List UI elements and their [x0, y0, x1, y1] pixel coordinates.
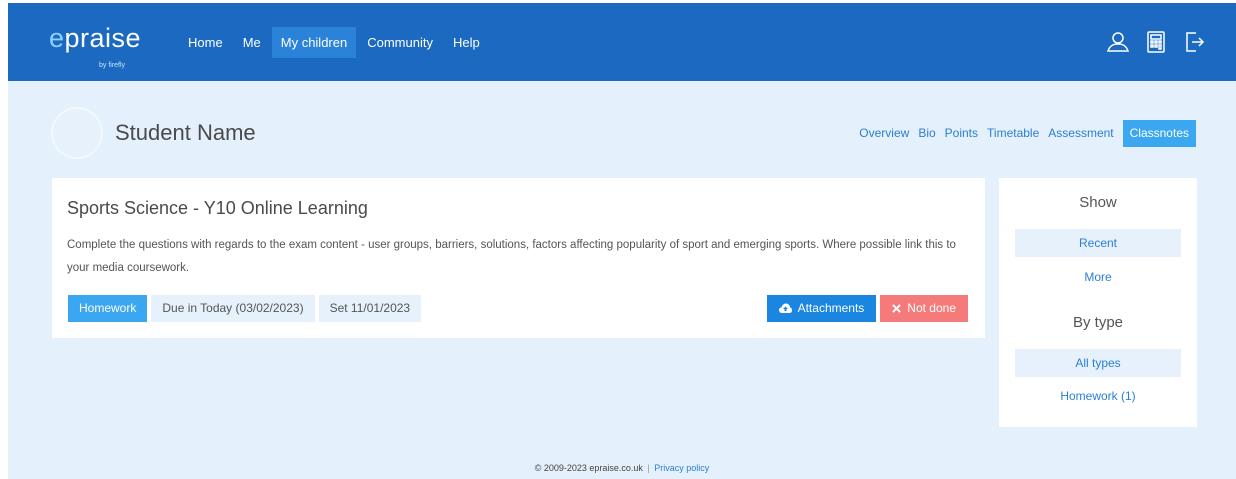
nav-me[interactable]: Me [234, 27, 270, 58]
type-badge: Homework [68, 295, 148, 322]
attachments-button[interactable]: Attachments [766, 295, 877, 322]
tab-bio[interactable]: Bio [918, 120, 935, 147]
tab-classnotes[interactable]: Classnotes [1122, 120, 1196, 147]
not-done-label: Not done [907, 301, 956, 315]
show-heading: Show [1079, 194, 1117, 211]
logo-letter-e: e [49, 23, 65, 53]
calculator-icon[interactable] [1144, 30, 1168, 54]
cloud-upload-icon [778, 303, 792, 314]
classnote-tags: Homework Due in Today (03/02/2023) Set 1… [68, 295, 425, 322]
classnote-title: Sports Science - Y10 Online Learning [67, 198, 368, 218]
copyright-text: © 2009-2023 epraise.co.uk [534, 463, 643, 473]
user-icon[interactable] [1106, 30, 1130, 54]
nav-home[interactable]: Home [179, 27, 232, 58]
logout-icon[interactable] [1182, 30, 1206, 54]
logo-subtitle: by firefly [99, 62, 126, 69]
tab-timetable[interactable]: Timetable [987, 120, 1039, 147]
tab-overview[interactable]: Overview [859, 120, 909, 147]
cross-icon [892, 304, 902, 313]
student-tabs: Overview Bio Points Timetable Assessment… [850, 120, 1196, 147]
top-bar: epraise by firefly Home Me My children C… [8, 3, 1236, 81]
nav-my-children[interactable]: My children [271, 27, 357, 58]
privacy-policy-link[interactable]: Privacy policy [654, 463, 709, 473]
epraise-logo[interactable]: epraise by firefly [49, 23, 142, 69]
main-nav: Home Me My children Community Help [179, 27, 491, 58]
nav-community[interactable]: Community [358, 27, 442, 58]
app-frame: epraise by firefly Home Me My children C… [8, 3, 1236, 479]
classnote-actions: Attachments Not done [766, 295, 968, 322]
classnote-description: Complete the questions with regards to t… [67, 239, 956, 274]
filter-all-types[interactable]: All types [1015, 349, 1181, 377]
logo-text: praise [64, 23, 142, 53]
filter-sidebar: Show Recent More By type All types Homew… [999, 178, 1197, 427]
student-name: Student Name [115, 120, 256, 145]
attachments-label: Attachments [797, 301, 865, 315]
student-avatar [51, 107, 103, 159]
not-done-button[interactable]: Not done [880, 295, 968, 322]
filter-homework[interactable]: Homework (1) [1015, 382, 1181, 410]
filter-more[interactable]: More [1015, 263, 1181, 291]
classnote-card: Sports Science - Y10 Online Learning Com… [52, 178, 985, 338]
footer: © 2009-2023 epraise.co.uk | Privacy poli… [8, 463, 1236, 473]
footer-separator: | [647, 463, 650, 473]
due-date-badge: Due in Today (03/02/2023) [151, 295, 315, 322]
filter-recent[interactable]: Recent [1015, 229, 1181, 257]
nav-help[interactable]: Help [444, 27, 489, 58]
tab-points[interactable]: Points [945, 120, 978, 147]
by-type-heading: By type [1072, 314, 1124, 331]
set-date-badge: Set 11/01/2023 [318, 295, 422, 322]
tab-assessment[interactable]: Assessment [1048, 120, 1113, 147]
header-icons [1092, 30, 1206, 54]
